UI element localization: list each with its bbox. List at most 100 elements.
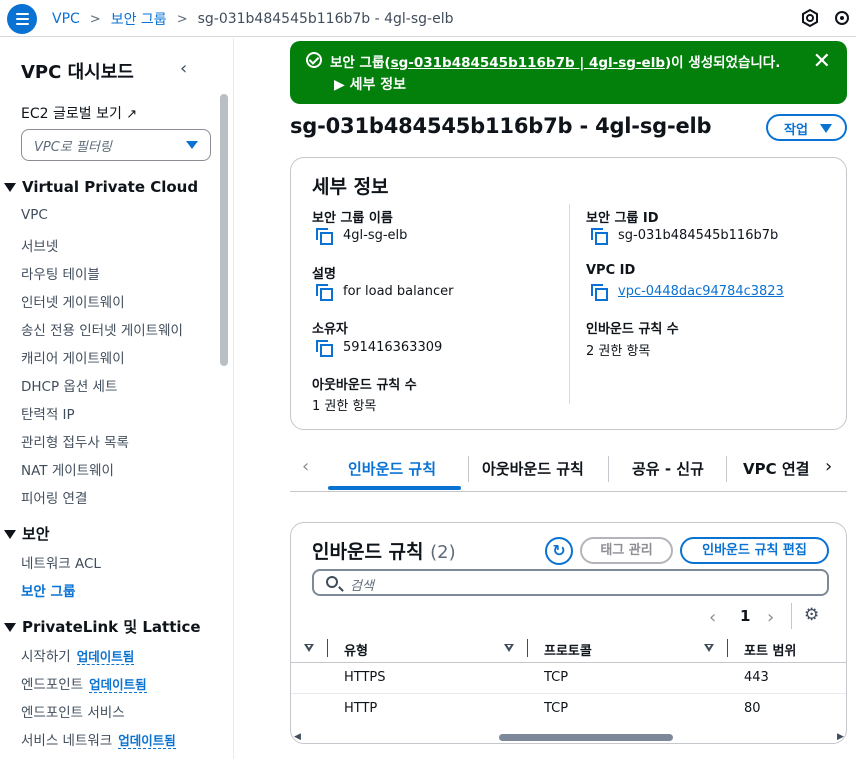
sidebar-ec2-global-view[interactable]: EC2 글로벌 보기 ↗ xyxy=(21,103,137,123)
rules-heading-text: 인바운드 규칙 xyxy=(312,541,424,563)
manage-tags-button[interactable]: 태그 관리 xyxy=(580,537,673,564)
flash-sg-link[interactable]: sg-031b484545b116b7b | 4gl-sg-elb xyxy=(391,55,665,71)
sidebar-item-service-networks[interactable]: 서비스 네트워크 업데이트됨 xyxy=(21,729,176,749)
sidebar-item-getting-started[interactable]: 시작하기 업데이트됨 xyxy=(21,645,135,665)
item-label: 시작하기 xyxy=(21,649,71,665)
horizontal-scrollbar[interactable] xyxy=(499,734,673,741)
vpc-filter-select[interactable]: VPC로 필터링 xyxy=(21,129,211,161)
cell-port: 80 xyxy=(744,701,761,716)
sidebar-item-carrier-gateways[interactable]: 캐리어 게이트웨이 xyxy=(21,347,125,367)
section-label: 보안 xyxy=(22,525,50,543)
column-header-type[interactable]: 유형 xyxy=(344,640,368,659)
sidebar-ec2-label: EC2 글로벌 보기 xyxy=(21,106,122,122)
close-icon[interactable]: ✕ xyxy=(813,49,831,74)
sidebar-item-network-acl[interactable]: 네트워크 ACL xyxy=(21,552,101,572)
edit-inbound-rules-button[interactable]: 인바운드 규칙 편집 xyxy=(680,537,829,564)
sidebar-item-egress-only-igw[interactable]: 송신 전용 인터넷 게이트웨이 xyxy=(21,319,183,339)
table-row[interactable]: HTTP TCP 80 xyxy=(291,694,846,725)
sidebar-item-nat-gateways[interactable]: NAT 게이트웨이 xyxy=(21,459,114,479)
copy-icon[interactable] xyxy=(316,340,333,357)
sidebar-item-security-groups[interactable]: 보안 그룹 xyxy=(21,580,75,600)
caret-down-icon xyxy=(4,183,16,192)
flash-message: 보안 그룹(sg-031b484545b116b7b | 4gl-sg-elb)… xyxy=(330,51,780,71)
table-row[interactable]: HTTPS TCP 443 xyxy=(291,663,846,694)
column-divider xyxy=(327,639,328,657)
cell-protocol: TCP xyxy=(544,701,569,716)
sidebar-section-security[interactable]: 보안 xyxy=(4,523,50,544)
flash-details-toggle[interactable]: ▶ 세부 정보 xyxy=(334,74,406,94)
section-label: PrivateLink 및 Lattice xyxy=(22,618,201,636)
external-link-icon: ↗ xyxy=(126,107,138,122)
sidebar-scrollbar[interactable] xyxy=(220,94,228,366)
caret-right-icon: ▶ xyxy=(334,77,345,93)
sort-icon[interactable] xyxy=(504,644,514,652)
gear-icon[interactable]: ⚙ xyxy=(804,605,819,625)
chevron-left-icon[interactable]: ‹ xyxy=(709,607,716,628)
menu-icon[interactable] xyxy=(7,4,37,34)
sidebar-section-vpc[interactable]: Virtual Private Cloud xyxy=(4,178,198,196)
updated-badge: 업데이트됨 xyxy=(89,677,147,693)
copy-icon[interactable] xyxy=(591,228,608,245)
sidebar-title[interactable]: VPC 대시보드 xyxy=(21,58,134,84)
chevron-right-icon[interactable]: › xyxy=(825,456,832,477)
tab-divider xyxy=(726,456,727,482)
scroll-left-icon[interactable]: ◀ xyxy=(294,732,301,742)
scroll-right-icon[interactable]: ▶ xyxy=(837,732,844,742)
description-label: 설명 xyxy=(312,267,336,282)
search-input[interactable]: 검색 xyxy=(312,569,829,596)
sort-icon[interactable] xyxy=(304,644,314,652)
updated-badge: 업데이트됨 xyxy=(118,733,176,749)
chevron-left-icon[interactable]: ‹ xyxy=(180,58,187,79)
tab-bar: ‹ 인바운드 규칙 아웃바운드 규칙 공유 - 신규 VPC 연결 › xyxy=(290,450,847,492)
sidebar-item-elastic-ip[interactable]: 탄력적 IP xyxy=(21,403,75,423)
details-panel: 세부 정보 보안 그룹 이름 4gl-sg-elb 보안 그룹 ID sg-03… xyxy=(290,157,847,430)
copy-icon[interactable] xyxy=(316,228,333,245)
column-header-port-range[interactable]: 포트 범위 xyxy=(744,640,796,659)
settings-icon[interactable] xyxy=(832,8,852,28)
search-placeholder: 검색 xyxy=(350,579,374,594)
refresh-icon[interactable]: ↻ xyxy=(545,537,573,565)
sidebar-item-internet-gateways[interactable]: 인터넷 게이트웨이 xyxy=(21,291,125,311)
sidebar-item-subnets[interactable]: 서브넷 xyxy=(21,235,58,255)
breadcrumb-security-groups[interactable]: 보안 그룹 xyxy=(111,9,167,29)
chevron-right-icon: > xyxy=(89,11,101,27)
caret-down-icon xyxy=(186,141,198,149)
page-title: sg-031b484545b116b7b - 4gl-sg-elb xyxy=(290,114,712,138)
caret-down-icon xyxy=(4,530,16,539)
tab-sharing[interactable]: 공유 - 신규 xyxy=(632,458,704,479)
sg-id-label: 보안 그룹 ID xyxy=(586,211,659,226)
breadcrumb-vpc[interactable]: VPC xyxy=(52,11,80,27)
chevron-left-icon[interactable]: ‹ xyxy=(302,456,309,477)
sidebar-section-privatelink[interactable]: PrivateLink 및 Lattice xyxy=(4,616,201,637)
sidebar-item-route-tables[interactable]: 라우팅 테이블 xyxy=(21,263,100,283)
tab-inbound-rules[interactable]: 인바운드 규칙 xyxy=(348,458,436,479)
tab-outbound-rules[interactable]: 아웃바운드 규칙 xyxy=(482,458,584,479)
page-number[interactable]: 1 xyxy=(740,607,750,625)
sidebar-item-dhcp-options[interactable]: DHCP 옵션 세트 xyxy=(21,375,117,395)
item-label: 엔드포인트 xyxy=(21,677,84,693)
sort-icon[interactable] xyxy=(704,644,714,652)
table-header: 유형 프로토콜 포트 범위 xyxy=(291,635,846,663)
sidebar-item-prefix-lists[interactable]: 관리형 접두사 목록 xyxy=(21,431,129,451)
tab-divider xyxy=(608,456,609,482)
sidebar-item-endpoints[interactable]: 엔드포인트 업데이트됨 xyxy=(21,673,147,693)
tab-vpc-associations[interactable]: VPC 연결 xyxy=(743,458,811,479)
active-tab-indicator xyxy=(328,486,461,490)
actions-button[interactable]: 작업 xyxy=(766,114,847,141)
copy-icon[interactable] xyxy=(316,284,333,301)
chevron-right-icon: > xyxy=(176,11,188,27)
notifications-icon[interactable] xyxy=(800,8,820,28)
sidebar-item-peering[interactable]: 피어링 연결 xyxy=(21,487,87,507)
column-divider xyxy=(727,639,728,657)
cell-protocol: TCP xyxy=(544,670,569,685)
chevron-right-icon[interactable]: › xyxy=(767,607,774,628)
column-header-protocol[interactable]: 프로토콜 xyxy=(544,640,592,659)
column-divider xyxy=(569,204,570,404)
sidebar-item-endpoint-services[interactable]: 엔드포인트 서비스 xyxy=(21,701,125,721)
caret-down-icon xyxy=(4,623,16,632)
vpc-id-link[interactable]: vpc-0448dac94784c3823 xyxy=(618,284,784,299)
copy-icon[interactable] xyxy=(591,284,608,301)
cell-type: HTTPS xyxy=(344,670,386,685)
sidebar-item-vpc[interactable]: VPC xyxy=(21,207,48,223)
pager-divider xyxy=(791,603,792,629)
